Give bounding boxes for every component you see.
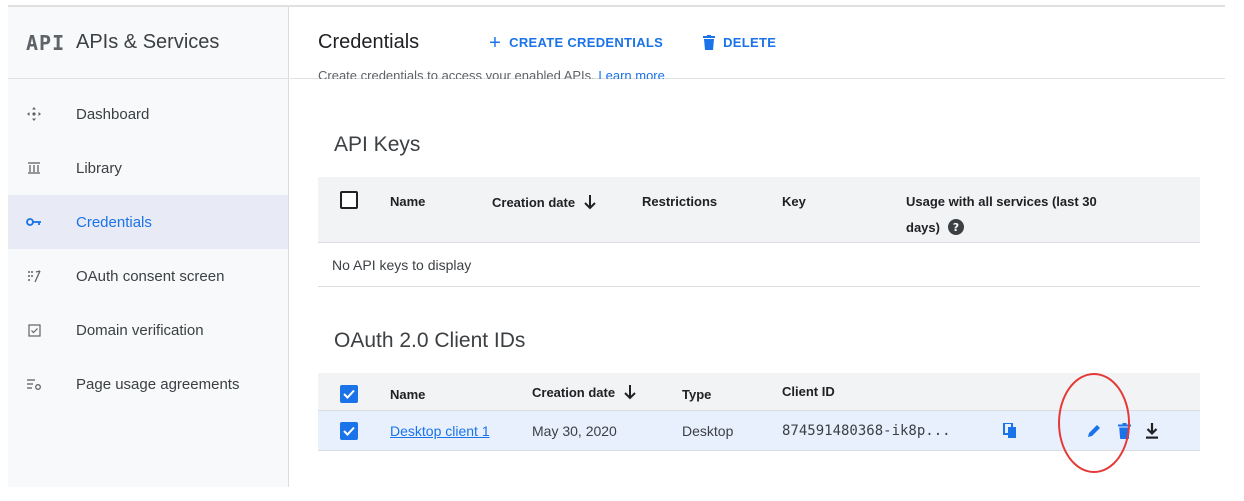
sidebar: API APIs & Services Dashboard Library Cr…	[8, 7, 289, 487]
oauth-table: Name Creation date Type Client ID Deskto…	[318, 373, 1200, 473]
row-checkbox[interactable]	[340, 422, 358, 440]
copy-client-id-button[interactable]	[1000, 421, 1020, 441]
plus-icon: +	[489, 31, 502, 54]
api-logo: API	[26, 30, 66, 55]
api-keys-title: API Keys	[334, 133, 421, 156]
copy-icon	[1003, 423, 1016, 438]
delete-button[interactable]: DELETE	[703, 35, 776, 50]
sidebar-item-credentials[interactable]: Credentials	[8, 195, 288, 249]
col-creation-date[interactable]: Creation date	[492, 194, 597, 210]
key-icon	[26, 214, 42, 230]
select-all-api-keys-checkbox[interactable]	[340, 191, 358, 209]
col-creation-date-label: Creation date	[492, 194, 576, 210]
select-all-oauth-checkbox[interactable]	[340, 385, 358, 403]
sidebar-item-dashboard[interactable]: Dashboard	[8, 87, 288, 141]
client-creation-date: May 30, 2020	[532, 423, 617, 439]
settings-list-icon	[26, 376, 42, 392]
api-keys-table: Name Creation date Restrictions Key Usag…	[318, 177, 1200, 287]
col-client-id: Client ID	[782, 384, 835, 399]
sidebar-header: API APIs & Services	[8, 7, 288, 79]
sidebar-nav: Dashboard Library Credentials OAuth cons…	[8, 79, 288, 411]
library-icon	[26, 160, 42, 176]
dashboard-icon	[26, 106, 42, 122]
col-key: Key	[782, 194, 806, 209]
create-credentials-label: CREATE CREDENTIALS	[509, 35, 664, 50]
client-type: Desktop	[682, 423, 734, 439]
page-description: Create credentials to access your enable…	[318, 69, 665, 79]
client-id-value: 874591480368-ik8p...	[782, 423, 951, 439]
trash-icon	[703, 35, 716, 50]
client-name-link[interactable]: Desktop client 1	[390, 423, 490, 439]
sidebar-item-domain-verification[interactable]: Domain verification	[8, 303, 288, 357]
sidebar-item-library[interactable]: Library	[8, 141, 288, 195]
col-usage-line2: days) ?	[906, 219, 964, 235]
sidebar-item-label: OAuth consent screen	[76, 267, 225, 285]
col-creation-date[interactable]: Creation date	[532, 384, 637, 400]
check-icon	[343, 426, 355, 436]
col-usage: Usage with all services (last 30	[906, 194, 1097, 209]
download-icon	[1146, 423, 1158, 439]
sidebar-item-page-usage[interactable]: Page usage agreements	[8, 357, 288, 411]
oauth-title: OAuth 2.0 Client IDs	[334, 329, 526, 352]
check-icon	[343, 389, 355, 399]
app-window: API APIs & Services Dashboard Library Cr…	[8, 5, 1225, 487]
description-text: Create credentials to access your enable…	[318, 69, 595, 79]
download-client-button[interactable]	[1142, 421, 1162, 441]
main-content: Credentials + CREATE CREDENTIALS DELETE …	[290, 7, 1225, 487]
sidebar-item-label: Domain verification	[76, 321, 204, 339]
col-name: Name	[390, 194, 426, 209]
learn-more-link[interactable]: Learn more	[598, 69, 664, 79]
sidebar-item-label: Page usage agreements	[76, 375, 240, 393]
sort-down-icon	[584, 195, 596, 210]
page-header: Credentials + CREATE CREDENTIALS DELETE …	[290, 7, 1225, 79]
col-name: Name	[390, 387, 426, 402]
api-keys-header: Name Creation date Restrictions Key Usag…	[318, 177, 1200, 243]
domain-check-icon	[26, 322, 42, 338]
annotation-circle	[1058, 373, 1130, 473]
create-credentials-button[interactable]: + CREATE CREDENTIALS	[489, 33, 663, 53]
sidebar-item-label: Dashboard	[76, 105, 150, 123]
col-usage-days: days)	[906, 219, 940, 235]
api-keys-empty-row: No API keys to display	[318, 243, 1200, 287]
sidebar-item-label: Credentials	[76, 213, 152, 231]
page-title: Credentials	[318, 31, 420, 53]
delete-label: DELETE	[723, 35, 777, 50]
col-type: Type	[682, 387, 712, 402]
svg-text:?: ?	[953, 221, 959, 234]
sidebar-item-oauth-consent[interactable]: OAuth consent screen	[8, 249, 288, 303]
help-icon[interactable]: ?	[947, 219, 964, 235]
app-title: APIs & Services	[76, 31, 220, 53]
col-creation-date-label: Creation date	[532, 384, 616, 400]
sort-down-icon	[624, 385, 636, 400]
sidebar-item-label: Library	[76, 159, 122, 177]
col-restrictions: Restrictions	[642, 194, 718, 209]
oauth-icon	[26, 268, 42, 284]
